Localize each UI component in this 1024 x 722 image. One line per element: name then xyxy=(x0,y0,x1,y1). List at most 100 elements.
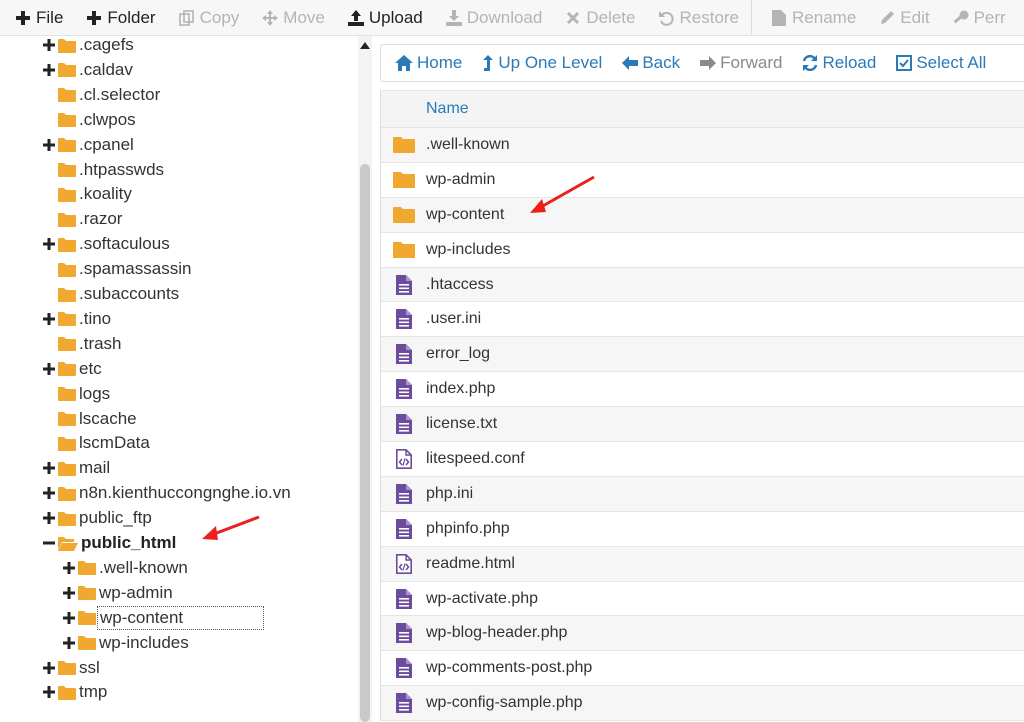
table-row[interactable]: index.php xyxy=(381,372,1024,408)
text-file-icon xyxy=(381,309,426,330)
expand-icon[interactable] xyxy=(42,461,56,475)
scroll-up-arrow-icon[interactable] xyxy=(360,42,370,49)
new-file-button[interactable]: File xyxy=(0,0,71,35)
folder-icon xyxy=(58,137,76,153)
expand-icon[interactable] xyxy=(62,586,76,600)
expand-icon[interactable] xyxy=(62,636,76,650)
tree-item[interactable]: .caldav xyxy=(42,58,133,82)
copy-button[interactable]: Copy xyxy=(164,0,248,35)
table-row[interactable]: php.ini xyxy=(381,476,1024,512)
collapse-icon[interactable] xyxy=(42,536,56,550)
expand-icon[interactable] xyxy=(42,511,56,525)
tree-item[interactable]: .well-known xyxy=(62,556,188,580)
tree-item[interactable]: wp-content xyxy=(62,605,265,630)
tree-item[interactable]: .clwpos xyxy=(42,108,136,132)
table-row[interactable]: wp-content xyxy=(381,197,1024,233)
tree-item[interactable]: .spamassassin xyxy=(42,257,191,281)
restore-button[interactable]: Restore xyxy=(643,0,747,35)
tree-item[interactable]: .cpanel xyxy=(42,133,134,157)
table-row[interactable]: litespeed.conf xyxy=(381,442,1024,477)
tree-item[interactable]: public_ftp xyxy=(42,506,152,530)
name-column-header[interactable]: Name xyxy=(426,100,469,118)
file-icon xyxy=(770,9,788,27)
select-all-button[interactable]: Select All xyxy=(896,53,986,73)
folder-icon xyxy=(58,87,76,103)
move-button[interactable]: Move xyxy=(247,0,333,35)
expand-icon[interactable] xyxy=(62,611,76,625)
table-row[interactable]: wp-admin xyxy=(381,163,1024,198)
up-one-level-button[interactable]: Up One Level xyxy=(482,53,602,73)
tree-item[interactable]: mail xyxy=(42,456,110,480)
tree-item[interactable]: .trash xyxy=(42,332,122,356)
expand-icon[interactable] xyxy=(42,685,56,699)
table-row[interactable]: phpinfo.php xyxy=(381,512,1024,547)
file-name: .user.ini xyxy=(426,310,482,328)
tree-item[interactable]: etc xyxy=(42,357,102,381)
table-row[interactable]: license.txt xyxy=(381,407,1024,443)
tree-item[interactable]: wp-admin xyxy=(62,581,173,605)
expand-icon[interactable] xyxy=(42,38,56,52)
new-folder-button[interactable]: Folder xyxy=(71,0,163,35)
tree-item[interactable]: wp-includes xyxy=(62,631,189,655)
arrow-left-icon xyxy=(622,56,639,70)
expand-icon[interactable] xyxy=(42,362,56,376)
table-row[interactable]: .user.ini xyxy=(381,302,1024,338)
tree-item-label: wp-admin xyxy=(99,582,173,602)
file-name: wp-activate.php xyxy=(426,589,539,607)
download-button[interactable]: Download xyxy=(431,0,551,35)
table-row[interactable]: readme.html xyxy=(381,546,1024,582)
tree-item[interactable]: .cl.selector xyxy=(42,83,160,107)
expand-icon[interactable] xyxy=(42,661,56,675)
folder-icon xyxy=(381,206,426,224)
tree-item[interactable]: .koality xyxy=(42,182,132,206)
tree-item[interactable]: .subaccounts xyxy=(42,282,179,306)
tree-scrollbar[interactable] xyxy=(358,36,372,722)
tree-item[interactable]: logs xyxy=(42,382,110,406)
expand-icon[interactable] xyxy=(42,486,56,500)
tree-item[interactable]: lscmData xyxy=(42,431,150,455)
tree-item[interactable]: .razor xyxy=(42,207,122,231)
scrollbar-thumb[interactable] xyxy=(360,164,370,722)
permissions-button[interactable]: Perr xyxy=(938,0,1014,35)
expand-icon[interactable] xyxy=(42,237,56,251)
table-row[interactable]: wp-comments-post.php xyxy=(381,651,1024,687)
expand-icon[interactable] xyxy=(42,312,56,326)
file-name: .well-known xyxy=(426,135,510,153)
tree-item[interactable]: n8n.kienthuccongnghe.io.vn xyxy=(42,481,291,505)
file-name: .htaccess xyxy=(426,275,494,293)
plus-icon xyxy=(85,9,103,27)
rename-button[interactable]: Rename xyxy=(756,0,864,35)
upload-button[interactable]: Upload xyxy=(333,0,431,35)
back-button[interactable]: Back xyxy=(622,53,680,73)
tree-item-label: .razor xyxy=(79,209,123,229)
delete-button[interactable]: Delete xyxy=(550,0,643,35)
tree-item[interactable]: .tino xyxy=(42,307,111,331)
expand-icon[interactable] xyxy=(42,63,56,77)
tree-item-label: lscmData xyxy=(79,433,150,453)
table-row[interactable]: wp-includes xyxy=(381,233,1024,268)
tree-item[interactable]: .htpasswds xyxy=(42,158,164,182)
tree-item[interactable]: public_html xyxy=(42,531,176,555)
table-row[interactable]: wp-blog-header.php xyxy=(381,616,1024,652)
tree-item[interactable]: .cagefs xyxy=(42,36,134,57)
expand-icon[interactable] xyxy=(42,138,56,152)
toolbar: File Folder Copy Move Upload Download De… xyxy=(0,0,1024,36)
tree-item[interactable]: ssl xyxy=(42,656,100,680)
tree-item[interactable]: .softaculous xyxy=(42,232,170,256)
tree-item[interactable]: tmp xyxy=(42,680,107,704)
tree-item[interactable]: lscache xyxy=(42,407,137,431)
reload-button[interactable]: Reload xyxy=(802,53,876,73)
home-button[interactable]: Home xyxy=(395,53,462,73)
expand-icon[interactable] xyxy=(62,561,76,575)
table-row[interactable]: wp-config-sample.php xyxy=(381,686,1024,722)
table-row[interactable]: .htaccess xyxy=(381,267,1024,303)
file-list-panel: Home Up One Level Back Forward Reload Se… xyxy=(376,36,1024,722)
table-row[interactable]: .well-known xyxy=(381,128,1024,163)
toolbar-divider xyxy=(751,0,753,35)
forward-button[interactable]: Forward xyxy=(700,53,782,73)
table-row[interactable]: error_log xyxy=(381,337,1024,373)
table-row[interactable]: wp-activate.php xyxy=(381,582,1024,617)
edit-button[interactable]: Edit xyxy=(864,0,937,35)
